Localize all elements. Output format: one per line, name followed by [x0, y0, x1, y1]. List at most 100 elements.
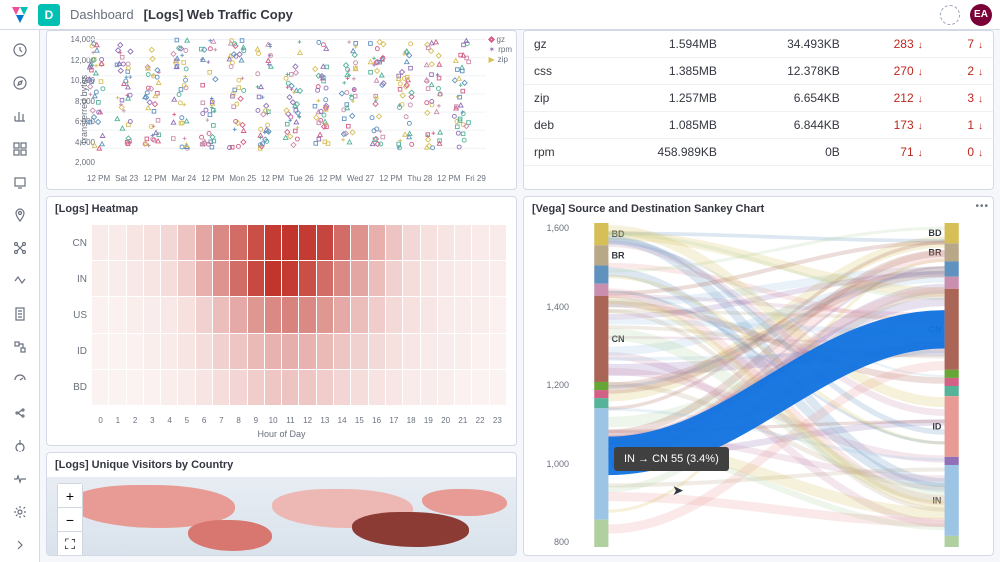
heat-cell[interactable] [438, 297, 454, 332]
help-icon[interactable] [940, 5, 960, 25]
app-badge[interactable]: D [38, 4, 60, 26]
heat-cell[interactable] [213, 370, 229, 405]
heat-cell[interactable] [265, 370, 281, 405]
heat-cell[interactable] [490, 225, 506, 260]
heat-cell[interactable] [248, 225, 264, 260]
heat-cell[interactable] [403, 261, 419, 296]
heat-cell[interactable] [351, 225, 367, 260]
heat-cell[interactable] [421, 334, 437, 369]
heat-cell[interactable] [92, 334, 108, 369]
heat-cell[interactable] [282, 261, 298, 296]
heat-cell[interactable] [178, 225, 194, 260]
heat-cell[interactable] [178, 261, 194, 296]
heat-cell[interactable] [92, 225, 108, 260]
heat-cell[interactable] [369, 261, 385, 296]
heat-cell[interactable] [196, 261, 212, 296]
heat-cell[interactable] [351, 297, 367, 332]
sankey-chart[interactable]: BDBRCNINBDBRCNIDIN [574, 223, 979, 547]
heat-cell[interactable] [213, 261, 229, 296]
heat-cell[interactable] [265, 225, 281, 260]
heat-cell[interactable] [248, 261, 264, 296]
heat-cell[interactable] [109, 261, 125, 296]
heat-cell[interactable] [144, 370, 160, 405]
heat-cell[interactable] [386, 370, 402, 405]
heat-cell[interactable] [144, 225, 160, 260]
canvas-icon[interactable] [12, 174, 28, 189]
heat-cell[interactable] [455, 334, 471, 369]
heat-cell[interactable] [109, 334, 125, 369]
heat-cell[interactable] [455, 261, 471, 296]
ml-icon[interactable] [12, 273, 28, 288]
siem-icon[interactable] [12, 438, 28, 453]
heat-cell[interactable] [369, 225, 385, 260]
heat-cell[interactable] [161, 225, 177, 260]
heat-cell[interactable] [92, 261, 108, 296]
heat-cell[interactable] [472, 334, 488, 369]
panel-menu-icon[interactable]: ••• [975, 201, 989, 212]
heat-cell[interactable] [127, 297, 143, 332]
heat-cell[interactable] [317, 334, 333, 369]
heat-cell[interactable] [472, 225, 488, 260]
heat-cell[interactable] [386, 225, 402, 260]
heat-cell[interactable] [334, 261, 350, 296]
heat-cell[interactable] [196, 370, 212, 405]
heat-cell[interactable] [178, 297, 194, 332]
heat-cell[interactable] [490, 297, 506, 332]
heat-cell[interactable] [144, 334, 160, 369]
compass-icon[interactable] [12, 75, 28, 90]
heat-cell[interactable] [178, 334, 194, 369]
heat-cell[interactable] [334, 334, 350, 369]
heat-cell[interactable] [299, 225, 315, 260]
heat-cell[interactable] [144, 297, 160, 332]
monitoring-icon[interactable] [12, 471, 28, 486]
heat-cell[interactable] [455, 297, 471, 332]
table-row[interactable]: gz1.594MB34.493KB283↓7↓ [524, 31, 993, 58]
heat-cell[interactable] [178, 370, 194, 405]
heat-cell[interactable] [386, 261, 402, 296]
expand-nav-icon[interactable] [12, 537, 28, 552]
logs-icon[interactable] [12, 306, 28, 321]
heat-cell[interactable] [109, 225, 125, 260]
table-row[interactable]: css1.385MB12.378KB270↓2↓ [524, 58, 993, 85]
heat-cell[interactable] [230, 334, 246, 369]
heat-cell[interactable] [196, 297, 212, 332]
elastic-logo[interactable] [8, 3, 32, 27]
heat-cell[interactable] [455, 370, 471, 405]
heat-cell[interactable] [403, 370, 419, 405]
heat-cell[interactable] [490, 334, 506, 369]
heat-cell[interactable] [265, 297, 281, 332]
heat-cell[interactable] [299, 370, 315, 405]
dashboard-icon[interactable] [12, 141, 28, 156]
heat-cell[interactable] [421, 225, 437, 260]
breadcrumb-root[interactable]: Dashboard [70, 7, 134, 22]
heat-cell[interactable] [472, 261, 488, 296]
heat-cell[interactable] [127, 225, 143, 260]
heat-cell[interactable] [92, 297, 108, 332]
heatmap-grid[interactable] [92, 225, 506, 405]
heat-cell[interactable] [230, 370, 246, 405]
heat-cell[interactable] [334, 225, 350, 260]
zoom-in-button[interactable]: + [58, 484, 82, 508]
heat-cell[interactable] [351, 261, 367, 296]
heat-cell[interactable] [421, 297, 437, 332]
heat-cell[interactable] [351, 334, 367, 369]
heat-cell[interactable] [282, 370, 298, 405]
heat-cell[interactable] [230, 297, 246, 332]
infra-icon[interactable] [12, 339, 28, 354]
heat-cell[interactable] [334, 370, 350, 405]
world-map[interactable]: + − ⛶ [47, 477, 516, 555]
heat-cell[interactable] [248, 370, 264, 405]
heat-cell[interactable] [161, 334, 177, 369]
user-avatar[interactable]: EA [970, 4, 992, 26]
management-icon[interactable] [12, 504, 28, 519]
heat-cell[interactable] [213, 225, 229, 260]
heat-cell[interactable] [161, 370, 177, 405]
heat-cell[interactable] [161, 261, 177, 296]
heat-cell[interactable] [403, 334, 419, 369]
graph-icon[interactable] [12, 240, 28, 255]
apm-icon[interactable] [12, 372, 28, 387]
heat-cell[interactable] [472, 297, 488, 332]
heat-cell[interactable] [421, 370, 437, 405]
heat-cell[interactable] [230, 261, 246, 296]
breadcrumb-current[interactable]: [Logs] Web Traffic Copy [144, 7, 293, 22]
